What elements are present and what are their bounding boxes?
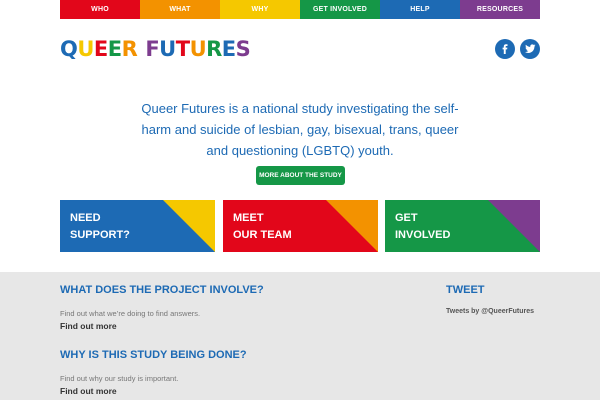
tile-label-line: SUPPORT? <box>70 229 130 241</box>
tile-accent <box>163 200 215 252</box>
meet-our-team-tile[interactable]: MEET OUR TEAM <box>223 200 378 252</box>
find-out-more-link[interactable]: Find out more <box>60 386 117 396</box>
site-logo[interactable]: QUEERFUTURES <box>60 37 251 61</box>
logo-letter: R <box>121 37 138 61</box>
logo-letter: S <box>235 37 251 61</box>
social-links <box>495 39 540 59</box>
find-out-more-link[interactable]: Find out more <box>60 321 117 331</box>
intro-line: Queer Futures is a national study invest… <box>141 101 459 116</box>
twitter-icon[interactable] <box>520 39 540 59</box>
logo-letter: T <box>175 37 190 61</box>
tile-accent <box>326 200 378 252</box>
logo-letter: E <box>93 37 108 61</box>
nav-item-why[interactable]: WHY <box>220 0 300 19</box>
intro-line: and questioning (LGBTQ) youth. <box>206 143 394 158</box>
tile-label-line: GET <box>395 212 418 224</box>
facebook-icon[interactable] <box>495 39 515 59</box>
section-text: Find out why our study is important. <box>60 374 179 383</box>
tweet-heading: TWEET <box>446 284 485 296</box>
logo-letter: U <box>159 37 176 61</box>
nav-item-get-involved[interactable]: GET INVOLVED <box>300 0 380 19</box>
tile-label-line: OUR TEAM <box>233 229 292 241</box>
tile-label: GET INVOLVED <box>395 210 450 244</box>
logo-letter: E <box>107 37 122 61</box>
nav-item-help[interactable]: HELP <box>380 0 460 19</box>
nav-item-who[interactable]: WHO <box>60 0 140 19</box>
nav-item-resources[interactable]: RESOURCES <box>460 0 540 19</box>
logo-letter: R <box>206 37 222 61</box>
need-support-tile[interactable]: NEED SUPPORT? <box>60 200 215 252</box>
nav-item-what[interactable]: WHAT <box>140 0 220 19</box>
logo-letter: Q <box>60 37 78 61</box>
content-section: WHAT DOES THE PROJECT INVOLVE? Find out … <box>0 272 600 400</box>
section-heading: WHAT DOES THE PROJECT INVOLVE? <box>60 284 264 296</box>
intro-text: Queer Futures is a national study invest… <box>130 98 470 161</box>
tile-accent <box>488 200 540 252</box>
logo-letter: E <box>221 37 236 61</box>
tile-label: MEET OUR TEAM <box>233 210 292 244</box>
section-heading: WHY IS THIS STUDY BEING DONE? <box>60 349 247 361</box>
tile-label: NEED SUPPORT? <box>70 210 130 244</box>
tile-label-line: INVOLVED <box>395 229 451 241</box>
more-about-study-button[interactable]: MORE ABOUT THE STUDY <box>256 166 345 185</box>
tile-label-line: MEET <box>233 212 264 224</box>
top-nav: WHO WHAT WHY GET INVOLVED HELP RESOURCES <box>60 0 540 19</box>
logo-letter: U <box>77 37 94 61</box>
tile-label-line: NEED <box>70 212 101 224</box>
logo-letter: U <box>189 37 207 61</box>
logo-letter: F <box>145 37 160 61</box>
section-text: Find out what we’re doing to find answer… <box>60 309 201 318</box>
tweets-by-link[interactable]: Tweets by @QueerFutures <box>446 308 534 315</box>
intro-line: harm and suicide of lesbian, gay, bisexu… <box>141 122 459 137</box>
get-involved-tile[interactable]: GET INVOLVED <box>385 200 540 252</box>
